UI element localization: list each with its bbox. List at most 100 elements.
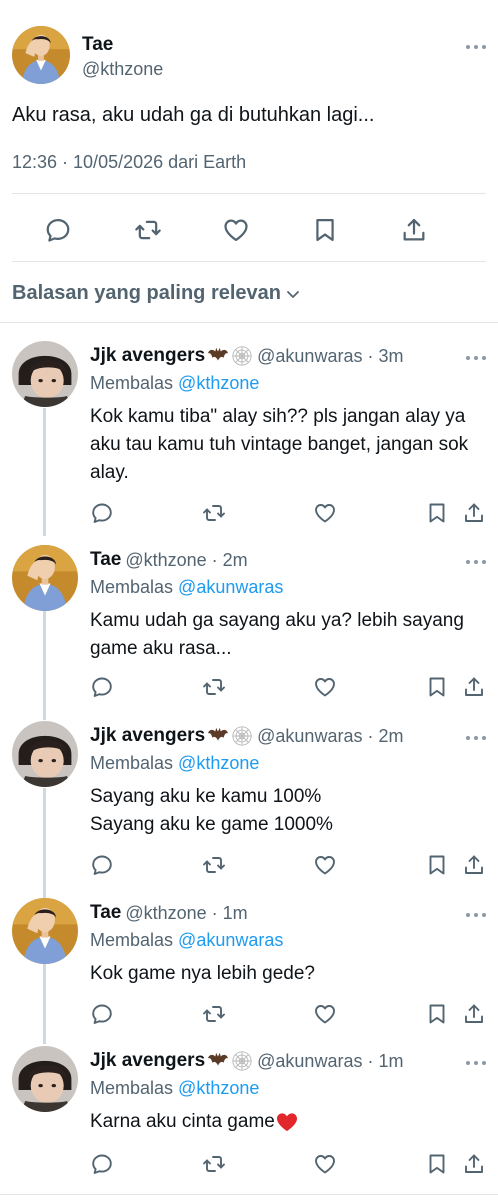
reply-header: Tae @kthzone · 2m xyxy=(90,549,248,571)
reply-text-line: Sayang aku ke kamu 100% xyxy=(90,786,322,807)
reply-header: Jjk avengers @akunwaras · 1m xyxy=(90,1050,403,1072)
reply-item[interactable]: Tae @kthzone · 2m Membalas @akunwaras Ka… xyxy=(0,527,498,707)
red-heart-emoji xyxy=(276,1112,298,1132)
reply-icon[interactable] xyxy=(44,216,72,244)
replying-to-link[interactable]: @kthzone xyxy=(178,1078,259,1098)
author-handle[interactable]: @kthzone · 2m xyxy=(125,550,247,571)
spider-web-emoji xyxy=(231,345,253,367)
reply-icon[interactable] xyxy=(90,501,114,525)
share-icon[interactable] xyxy=(462,1152,486,1176)
divider xyxy=(12,261,486,262)
bat-emoji xyxy=(207,726,229,746)
spider-web-emoji xyxy=(231,1050,253,1072)
reply-header: Jjk avengers @akunwaras · 2m xyxy=(90,725,403,747)
tweet-text: Aku rasa, aku udah ga di butuhkan lagi..… xyxy=(12,104,375,126)
heart-icon[interactable] xyxy=(222,216,250,244)
bookmark-icon[interactable] xyxy=(425,1152,449,1176)
share-icon[interactable] xyxy=(462,501,486,525)
heart-icon[interactable] xyxy=(313,675,337,699)
heart-icon[interactable] xyxy=(313,501,337,525)
retweet-icon[interactable] xyxy=(202,1152,226,1176)
avatar[interactable] xyxy=(12,545,78,611)
reply-text: Kok game nya lebih gede? xyxy=(90,963,315,984)
author-handle[interactable]: @kthzone · 1m xyxy=(125,903,247,924)
retweet-icon[interactable] xyxy=(202,501,226,525)
author-name[interactable]: Tae xyxy=(82,34,113,56)
spider-web-emoji xyxy=(231,725,253,747)
author-handle[interactable]: @kthzone xyxy=(82,59,163,80)
reply-item[interactable]: Jjk avengers @akunwaras · 3m Membalas @k… xyxy=(0,323,498,531)
more-icon[interactable] xyxy=(466,44,486,50)
reply-text: Karna aku cinta game xyxy=(90,1111,275,1132)
bookmark-icon[interactable] xyxy=(425,501,449,525)
avatar[interactable] xyxy=(12,341,78,407)
heart-icon[interactable] xyxy=(313,1152,337,1176)
replying-to: Membalas @akunwaras xyxy=(90,930,284,950)
author-handle[interactable]: @akunwaras · 1m xyxy=(257,1051,403,1072)
author-name[interactable]: Jjk avengers xyxy=(90,725,205,747)
more-icon[interactable] xyxy=(466,559,486,565)
reply-header: Tae @kthzone · 1m xyxy=(90,902,248,924)
reply-text: Kok kamu tiba" alay sih?? pls jangan ala… xyxy=(90,406,469,483)
reply-text: Sayang aku ke kamu 100% Sayang aku ke ga… xyxy=(90,783,480,839)
reply-icon[interactable] xyxy=(90,1152,114,1176)
replying-to-link[interactable]: @kthzone xyxy=(178,373,259,393)
reply-icon[interactable] xyxy=(90,675,114,699)
heart-icon[interactable] xyxy=(313,853,337,877)
reply-actions xyxy=(0,853,498,881)
reply-icon[interactable] xyxy=(90,1002,114,1026)
more-icon[interactable] xyxy=(466,1060,486,1066)
reply-text-line: Sayang aku ke game 1000% xyxy=(90,814,333,835)
share-icon[interactable] xyxy=(400,216,428,244)
bookmark-icon[interactable] xyxy=(425,675,449,699)
author-name[interactable]: Tae xyxy=(90,549,121,571)
author-name[interactable]: Tae xyxy=(90,902,121,924)
more-icon[interactable] xyxy=(466,912,486,918)
reply-header: Jjk avengers @akunwaras · 3m xyxy=(90,345,403,367)
retweet-icon[interactable] xyxy=(202,1002,226,1026)
retweet-icon[interactable] xyxy=(202,675,226,699)
replying-to-link[interactable]: @akunwaras xyxy=(178,930,283,950)
bat-emoji xyxy=(207,346,229,366)
reply-icon[interactable] xyxy=(90,853,114,877)
author-handle[interactable]: @akunwaras · 3m xyxy=(257,346,403,367)
avatar[interactable] xyxy=(12,26,70,84)
reply-item[interactable]: Jjk avengers @akunwaras · 1m Membalas @k… xyxy=(0,1028,498,1193)
reply-actions xyxy=(0,501,498,529)
reply-item[interactable]: Tae @kthzone · 1m Membalas @akunwaras Ko… xyxy=(0,880,498,1030)
sort-label: Balasan yang paling relevan xyxy=(12,282,281,304)
avatar[interactable] xyxy=(12,898,78,964)
more-icon[interactable] xyxy=(466,355,486,361)
reply-actions xyxy=(0,675,498,703)
sort-dropdown[interactable]: Balasan yang paling relevan xyxy=(12,282,301,305)
bookmark-icon[interactable] xyxy=(311,216,339,244)
share-icon[interactable] xyxy=(462,1002,486,1026)
avatar[interactable] xyxy=(12,721,78,787)
reply-actions xyxy=(0,1002,498,1030)
reply-item[interactable]: Jjk avengers @akunwaras · 2m Membalas @k… xyxy=(0,703,498,883)
retweet-icon[interactable] xyxy=(202,853,226,877)
divider xyxy=(0,1194,498,1195)
bookmark-icon[interactable] xyxy=(425,1002,449,1026)
author-name[interactable]: Jjk avengers xyxy=(90,345,205,367)
author-name[interactable]: Jjk avengers xyxy=(90,1050,205,1072)
share-icon[interactable] xyxy=(462,675,486,699)
avatar[interactable] xyxy=(12,1046,78,1112)
replying-to: Membalas @kthzone xyxy=(90,1078,260,1098)
reply-text: Kamu udah ga sayang aku ya? lebih sayang… xyxy=(90,610,464,659)
replying-to-link[interactable]: @akunwaras xyxy=(178,577,283,597)
reply-text-row: Karna aku cinta game xyxy=(90,1108,480,1136)
retweet-icon[interactable] xyxy=(134,216,162,244)
tweet-meta: 12:36 · 10/05/2026 dari Earth xyxy=(12,152,247,172)
replying-to: Membalas @kthzone xyxy=(90,373,260,393)
replying-to: Membalas @kthzone xyxy=(90,753,260,773)
more-icon[interactable] xyxy=(466,735,486,741)
bat-emoji xyxy=(207,1051,229,1071)
heart-icon[interactable] xyxy=(313,1002,337,1026)
replying-to: Membalas @akunwaras xyxy=(90,577,284,597)
author-handle[interactable]: @akunwaras · 2m xyxy=(257,726,403,747)
share-icon[interactable] xyxy=(462,853,486,877)
chevron-down-icon xyxy=(287,290,299,298)
replying-to-link[interactable]: @kthzone xyxy=(178,753,259,773)
bookmark-icon[interactable] xyxy=(425,853,449,877)
